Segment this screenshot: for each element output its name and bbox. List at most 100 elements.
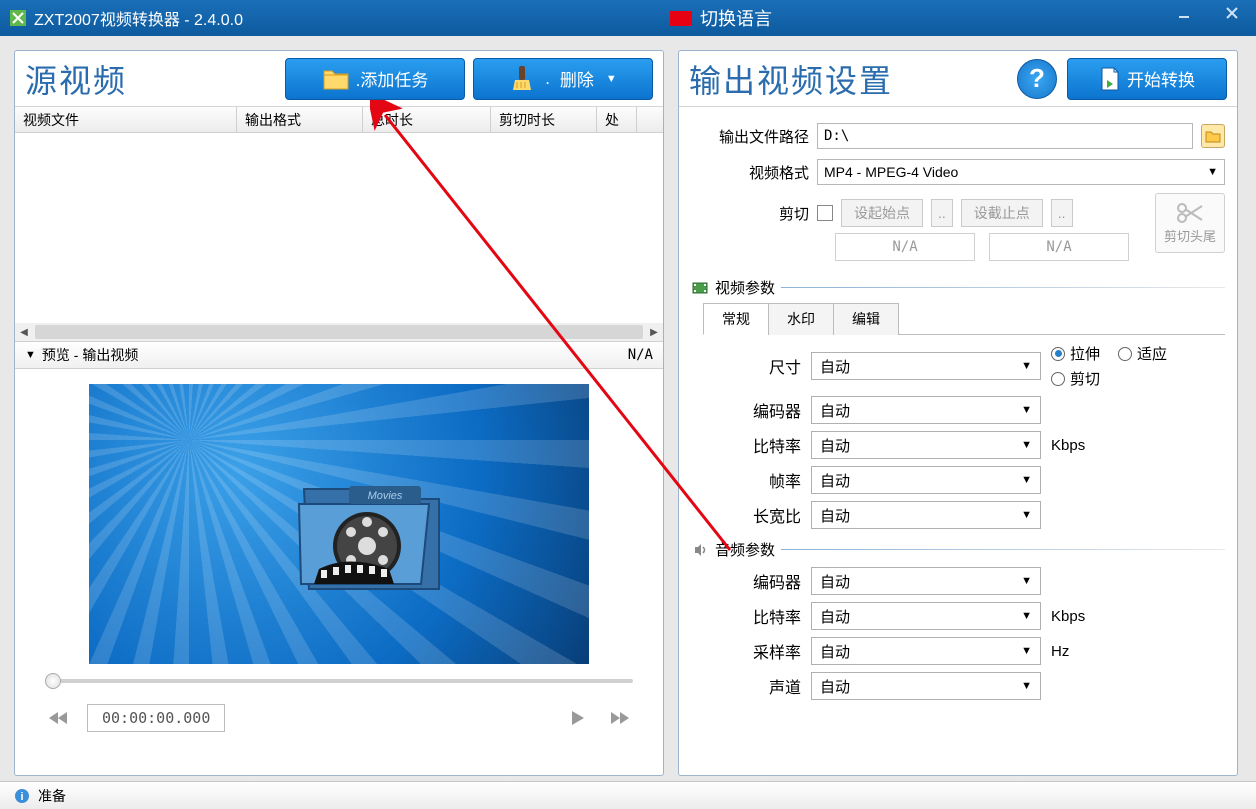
chevron-down-icon: ▼ (1021, 680, 1032, 692)
slider-knob[interactable] (45, 673, 61, 689)
video-format-combo[interactable]: MP4 - MPEG-4 Video ▼ (817, 159, 1225, 185)
aspect-combo[interactable]: 自动▼ (811, 501, 1041, 529)
seek-slider[interactable] (15, 669, 663, 693)
audio-params-label: 音频参数 (715, 539, 775, 560)
flag-icon (670, 11, 692, 26)
radio-stretch[interactable]: 拉伸 (1051, 343, 1100, 364)
browse-button[interactable] (1201, 124, 1225, 148)
audio-encoder-combo[interactable]: 自动▼ (811, 567, 1041, 595)
bitrate-label: 比特率 (731, 433, 801, 457)
help-button[interactable]: ? (1017, 59, 1057, 99)
window-title: ZXT2007视频转换器 - 2.4.0.0 (34, 6, 243, 30)
preview-na: N/A (628, 347, 653, 363)
delete-label: 删除 (560, 66, 594, 91)
col-duration[interactable]: 总时长 (363, 107, 491, 132)
folder-icon (322, 67, 350, 91)
set-start-button[interactable]: 设起始点 (841, 199, 923, 227)
tab-general[interactable]: 常规 (703, 303, 769, 335)
radio-fit[interactable]: 适应 (1118, 343, 1167, 364)
add-task-label: .添加任务 (356, 66, 429, 91)
output-path-label: 输出文件路径 (691, 126, 809, 147)
size-combo[interactable]: 自动▼ (811, 352, 1041, 380)
scroll-thumb[interactable] (35, 325, 643, 339)
language-label: 切换语言 (700, 5, 772, 31)
video-params-label: 视频参数 (715, 277, 775, 298)
video-encoder-combo[interactable]: 自动▼ (811, 396, 1041, 424)
chevron-down-icon: ▼ (1021, 509, 1032, 521)
resize-mode-group: 拉伸 适应 剪切 (1051, 343, 1167, 389)
audio-bitrate-unit: Kbps (1051, 608, 1085, 625)
delete-button[interactable]: . 删除 ▼ (473, 58, 653, 100)
close-button[interactable] (1208, 0, 1256, 26)
video-format-label: 视频格式 (691, 162, 809, 183)
set-end-button[interactable]: 设截止点 (961, 199, 1043, 227)
bitrate-unit: Kbps (1051, 437, 1085, 454)
svg-text:i: i (20, 791, 23, 803)
sample-rate-combo[interactable]: 自动▼ (811, 637, 1041, 665)
minimize-button[interactable] (1160, 0, 1208, 26)
trim-label: 剪切头尾 (1164, 226, 1216, 245)
aspect-label: 长宽比 (731, 503, 801, 527)
start-convert-label: 开始转换 (1127, 66, 1195, 91)
preview-header[interactable]: ▼ 预览 - 输出视频 N/A (15, 341, 663, 369)
language-switch[interactable]: 切换语言 (670, 5, 772, 31)
cut-checkbox[interactable] (817, 205, 833, 221)
titlebar: ZXT2007视频转换器 - 2.4.0.0 切换语言 (0, 0, 1256, 36)
scissors-icon (1176, 202, 1204, 224)
app-icon (10, 10, 26, 26)
scroll-right-icon[interactable]: ▶ (645, 323, 663, 341)
start-convert-button[interactable]: 开始转换 (1067, 58, 1227, 100)
col-cut-duration[interactable]: 剪切时长 (491, 107, 597, 132)
statusbar: i 准备 (0, 781, 1256, 809)
sample-label: 采样率 (731, 639, 801, 663)
chevron-down-icon: ▼ (1021, 439, 1032, 451)
video-tabs: 常规 水印 编辑 (703, 302, 1225, 335)
horizontal-scrollbar[interactable]: ◀ ▶ (15, 323, 663, 341)
info-icon: i (14, 788, 30, 804)
channel-label: 声道 (731, 674, 801, 698)
audio-encoder-label: 编码器 (731, 569, 801, 593)
tab-watermark[interactable]: 水印 (768, 303, 834, 335)
encoder-label: 编码器 (731, 398, 801, 422)
trim-button[interactable]: 剪切头尾 (1155, 193, 1225, 253)
movie-folder-icon: Movies (289, 474, 449, 604)
status-text: 准备 (38, 786, 66, 806)
col-file[interactable]: 视频文件 (15, 107, 237, 132)
col-status[interactable]: 处 (597, 107, 637, 132)
scroll-left-icon[interactable]: ◀ (15, 323, 33, 341)
col-format[interactable]: 输出格式 (237, 107, 363, 132)
chevron-down-icon: ▼ (1021, 474, 1032, 486)
output-path-input[interactable] (817, 123, 1193, 149)
chevron-down-icon: ▼ (1021, 610, 1032, 622)
file-list[interactable] (15, 133, 663, 323)
channel-combo[interactable]: 自动▼ (811, 672, 1041, 700)
file-table-header: 视频文件 输出格式 总时长 剪切时长 处 (15, 107, 663, 133)
video-format-value: MP4 - MPEG-4 Video (824, 164, 958, 180)
video-icon (691, 279, 709, 297)
timecode-display: 00:00:00.000 (87, 704, 225, 732)
chevron-down-icon: ▼ (1207, 166, 1218, 178)
tab-edit[interactable]: 编辑 (833, 303, 899, 335)
brush-icon (509, 64, 535, 94)
document-icon (1099, 66, 1121, 92)
fps-combo[interactable]: 自动▼ (811, 466, 1041, 494)
audio-bitrate-combo[interactable]: 自动▼ (811, 602, 1041, 630)
fps-label: 帧率 (731, 468, 801, 492)
chevron-down-icon: ▼ (606, 73, 617, 85)
end-dots-button[interactable]: .. (1051, 199, 1073, 227)
chevron-down-icon: ▼ (1021, 360, 1032, 372)
prev-button[interactable] (45, 706, 73, 730)
start-dots-button[interactable]: .. (931, 199, 953, 227)
chevron-down-icon: ▼ (1021, 404, 1032, 416)
next-button[interactable] (605, 706, 633, 730)
video-preview: Movies (15, 369, 663, 669)
add-task-button[interactable]: .添加任务 (285, 58, 465, 100)
video-bitrate-combo[interactable]: 自动▼ (811, 431, 1041, 459)
folder-open-icon (1205, 129, 1221, 143)
size-label: 尺寸 (731, 354, 801, 378)
radio-crop[interactable]: 剪切 (1051, 368, 1167, 389)
cut-label: 剪切 (691, 203, 809, 224)
playback-controls: 00:00:00.000 (15, 693, 663, 743)
source-title: 源视频 (25, 56, 277, 102)
play-button[interactable] (563, 706, 591, 730)
